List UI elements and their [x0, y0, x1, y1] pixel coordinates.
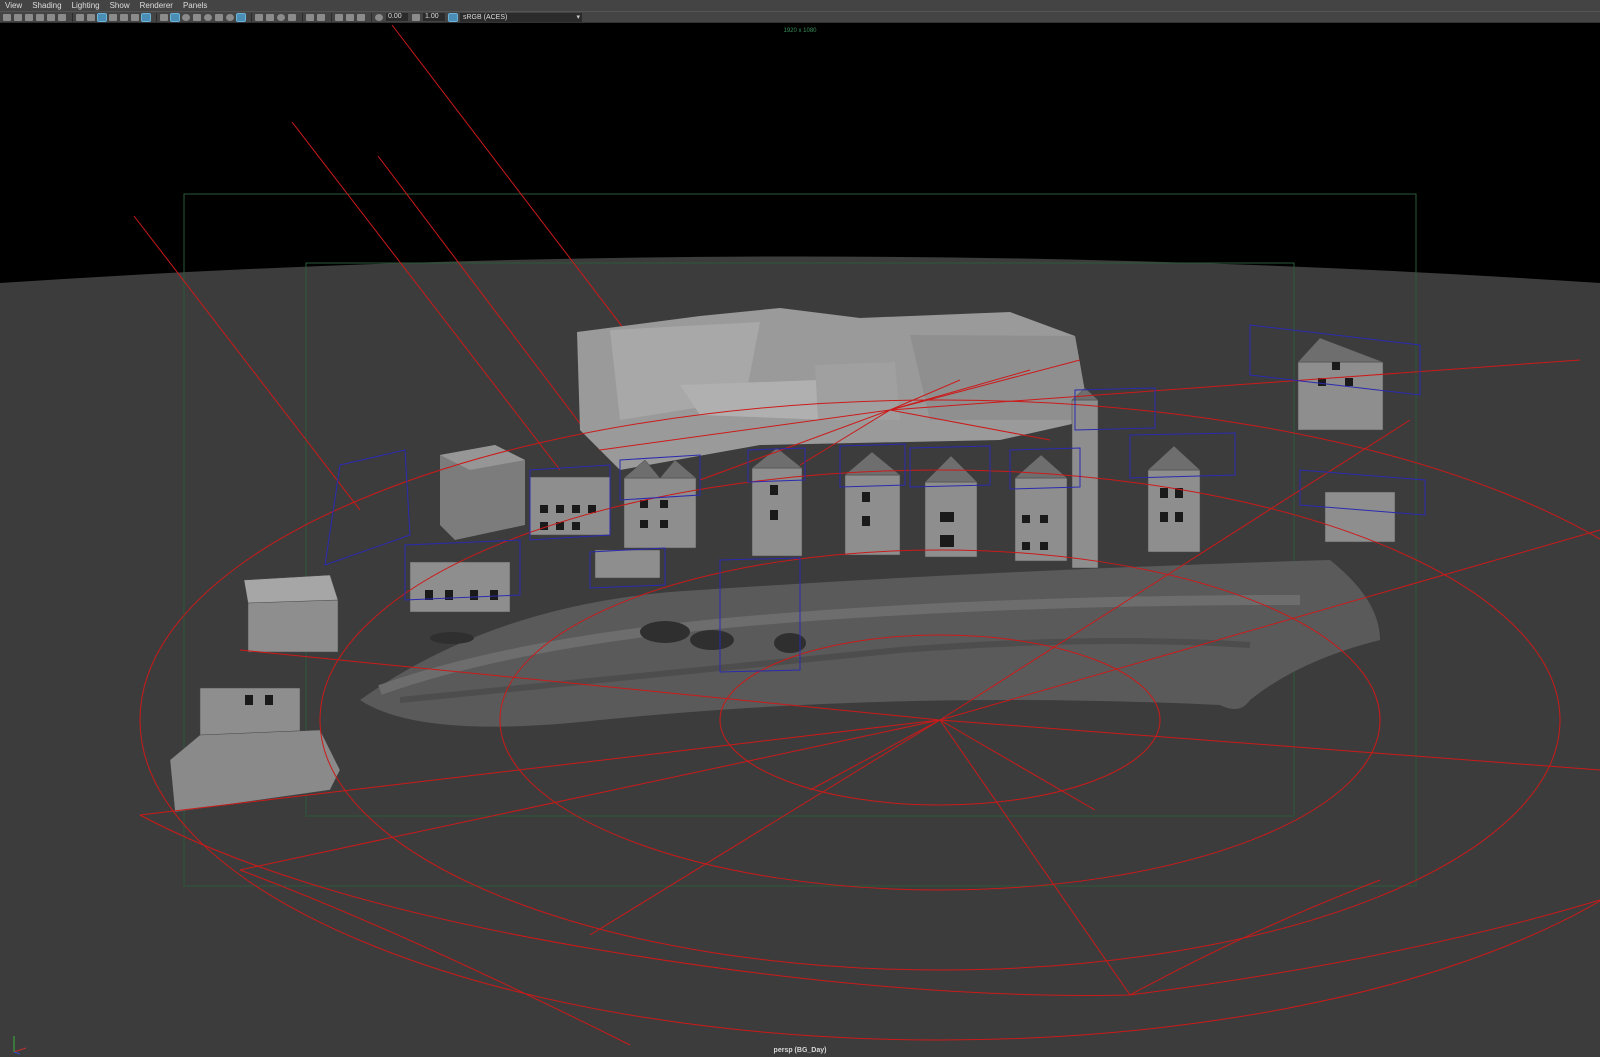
textured-icon[interactable]	[204, 13, 212, 21]
xray-joints-icon[interactable]	[317, 13, 325, 21]
menu-shading[interactable]: Shading	[27, 0, 66, 11]
toolbar-divider	[72, 12, 73, 22]
grease-pencil-icon[interactable]	[58, 13, 66, 21]
viewport-3d[interactable]	[0, 23, 1600, 1057]
safe-action-icon[interactable]	[131, 13, 139, 21]
camera-2d-pan-icon[interactable]	[47, 13, 55, 21]
xray-icon[interactable]	[306, 13, 314, 21]
gamma-field[interactable]: 1.00	[423, 13, 445, 21]
safe-title-icon[interactable]	[141, 12, 151, 22]
default-material-icon[interactable]	[182, 13, 190, 21]
exposure-field[interactable]: 0.00	[386, 13, 408, 21]
panel-menubar: View Shading Lighting Show Renderer Pane…	[0, 0, 1600, 11]
toolbar-divider	[331, 12, 332, 22]
building-back-box	[440, 445, 525, 540]
panel-toolbar: 0.00 1.00 sRGB (ACES) ▾	[0, 11, 1600, 23]
gate-mask-icon[interactable]	[109, 13, 117, 21]
toolbar-divider	[302, 12, 303, 22]
resolution-label: 1920 x 1080	[783, 28, 817, 34]
view-transform-dropdown[interactable]: sRGB (ACES) ▾	[460, 12, 582, 22]
gamma-icon[interactable]	[412, 13, 420, 21]
two-sided-lighting-icon[interactable]	[346, 13, 354, 21]
chevron-down-icon: ▾	[576, 13, 580, 21]
depth-of-field-icon[interactable]	[277, 13, 285, 21]
menu-lighting[interactable]: Lighting	[67, 0, 105, 11]
camera-attributes-icon[interactable]	[14, 13, 22, 21]
image-plane-icon[interactable]	[36, 13, 44, 21]
film-gate-icon[interactable]	[87, 13, 95, 21]
camera-name-label: persp (BG_Day)	[773, 1047, 827, 1054]
resolution-gate-icon[interactable]	[97, 12, 107, 22]
exposure-icon[interactable]	[375, 13, 383, 21]
menu-panels[interactable]: Panels	[178, 0, 212, 11]
use-all-lights-icon[interactable]	[215, 13, 223, 21]
smooth-shade-icon[interactable]	[170, 12, 180, 22]
toolbar-divider	[371, 12, 372, 22]
color-management-icon[interactable]	[448, 12, 458, 22]
anti-aliasing-icon[interactable]	[266, 13, 274, 21]
isolate-select-icon[interactable]	[288, 13, 296, 21]
bookmarks-icon[interactable]	[25, 13, 33, 21]
grid-icon[interactable]	[76, 13, 84, 21]
backface-culling-icon[interactable]	[335, 13, 343, 21]
motion-blur-icon[interactable]	[255, 13, 263, 21]
menu-view[interactable]: View	[0, 0, 27, 11]
view-transform-value: sRGB (ACES)	[463, 13, 508, 21]
wireframe-on-shaded-icon[interactable]	[193, 13, 201, 21]
wireframe-icon[interactable]	[160, 13, 168, 21]
field-chart-icon[interactable]	[120, 13, 128, 21]
toolbar-divider	[156, 12, 157, 22]
select-camera-icon[interactable]	[3, 13, 11, 21]
screen-space-ao-icon[interactable]	[236, 12, 246, 22]
hud-icon[interactable]	[357, 13, 365, 21]
shadows-icon[interactable]	[226, 13, 234, 21]
toolbar-divider	[251, 12, 252, 22]
menu-renderer[interactable]: Renderer	[135, 0, 178, 11]
menu-show[interactable]: Show	[105, 0, 135, 11]
